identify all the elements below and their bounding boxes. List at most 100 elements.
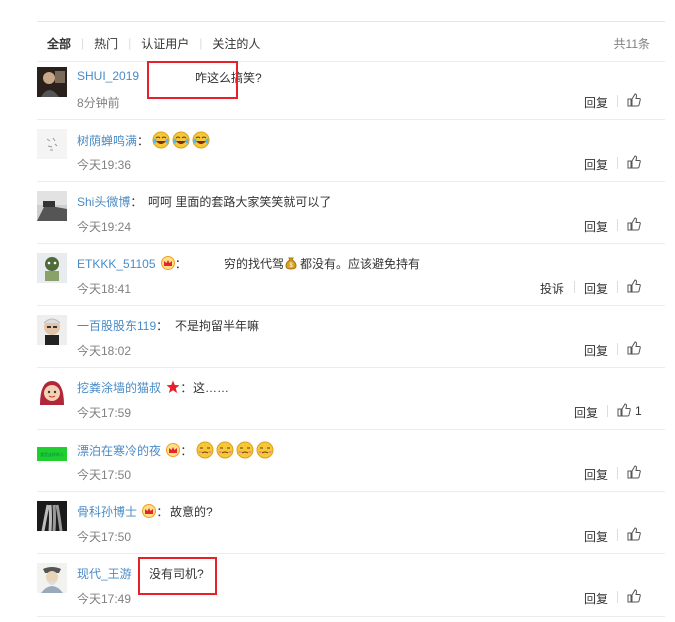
username[interactable]: Shi头微博： — [77, 193, 142, 210]
action-divider — [617, 591, 618, 603]
top-divider — [37, 21, 665, 22]
avatar[interactable] — [37, 253, 67, 283]
username[interactable]: 挖粪涂墙的猫叔 ： — [77, 379, 192, 396]
username[interactable]: ETKKK_51105 ： — [77, 255, 187, 272]
username[interactable]: 漂泊在寒冷的夜 ： — [77, 441, 276, 459]
tab-separator: | — [81, 36, 85, 50]
comment-row: SHUI_2019 咋这么搞笑? 8分钟前 回复 — [37, 61, 665, 120]
like-count: 1 — [635, 404, 642, 418]
thumbs-up-icon[interactable] — [617, 403, 631, 417]
reply-button[interactable]: 回复 — [584, 94, 608, 111]
tab-hot[interactable]: 热门 — [94, 35, 118, 52]
comment-time: 今天18:41 — [77, 282, 132, 296]
username[interactable]: 现代_王游 — [77, 565, 132, 582]
comment-row: 现代_王游 没有司机? 今天17:49 回复 — [37, 553, 665, 617]
comment-row: 我是这样的人 漂泊在寒冷的夜 ： 今天17:50 回复 — [37, 429, 665, 492]
comment-text: 这…… — [193, 381, 230, 395]
comment-row: 挖粪涂墙的猫叔 ： 这…… 今天17:59 回复 1 — [37, 367, 665, 430]
tab-following[interactable]: 关注的人 — [212, 35, 260, 52]
thumbs-up-icon[interactable] — [627, 279, 641, 293]
action-divider — [617, 281, 618, 293]
reply-button[interactable]: 回复 — [584, 528, 608, 545]
thumbs-up-icon[interactable] — [627, 527, 641, 541]
crown-badge-icon — [166, 443, 181, 457]
thumbs-up-icon[interactable] — [627, 93, 641, 107]
username[interactable]: 骨科孙博士 ： — [77, 503, 168, 520]
comment-time: 今天17:50 — [77, 468, 132, 482]
avatar[interactable] — [37, 377, 67, 407]
avatar[interactable] — [37, 315, 67, 345]
colon-separator: ： — [180, 381, 193, 395]
comment-time: 今天17:49 — [77, 592, 132, 606]
comment-row: 一百股股东119： 不是拘留半年嘛 今天18:02 回复 — [37, 305, 665, 368]
username[interactable]: SHUI_2019 — [77, 69, 139, 83]
reply-button[interactable]: 回复 — [584, 466, 608, 483]
comment-time: 8分钟前 — [77, 96, 120, 110]
comment-total: 共11条 — [613, 37, 650, 51]
comment-time: 今天17:50 — [77, 530, 132, 544]
avatar[interactable]: 我是这样的人 — [37, 439, 67, 469]
avatar[interactable] — [37, 191, 67, 221]
thumbs-up-icon[interactable] — [627, 465, 641, 479]
reply-button[interactable]: 回复 — [584, 280, 608, 297]
comment-time: 今天18:02 — [77, 344, 132, 358]
comment-time: 今天19:24 — [77, 220, 132, 234]
thumbs-up-icon[interactable] — [627, 217, 641, 231]
avatar-text: 我是这样的人 — [40, 451, 64, 457]
colon-separator: ： — [156, 505, 169, 519]
emoji-laugh-cry-icon — [152, 131, 170, 149]
action-divider — [617, 529, 618, 541]
action-divider — [617, 467, 618, 479]
colon-separator: ： — [180, 444, 193, 458]
emoji-awkward-smile-icon — [256, 441, 274, 459]
thumbs-up-icon[interactable] — [627, 341, 641, 355]
colon-separator: ： — [174, 257, 187, 271]
username[interactable]: 树荫蝉鸣满： — [77, 131, 212, 149]
colon-separator: ： — [156, 319, 169, 333]
avatar[interactable] — [37, 129, 67, 159]
thumbs-up-icon[interactable] — [627, 155, 641, 169]
comment-row: 骨科孙博士 ： 故意的? 今天17:50 回复 — [37, 491, 665, 554]
action-divider — [617, 157, 618, 169]
highlight-box — [138, 557, 217, 595]
tab-separator: | — [199, 36, 203, 50]
tab-verified[interactable]: 认证用户 — [141, 35, 189, 52]
crown-badge-icon — [142, 504, 157, 518]
username[interactable]: 一百股股东119： — [77, 317, 168, 334]
reply-button[interactable]: 回复 — [584, 590, 608, 607]
action-divider — [617, 95, 618, 107]
action-divider — [574, 281, 575, 293]
reply-button[interactable]: 回复 — [584, 218, 608, 235]
comment-time: 今天17:59 — [77, 406, 132, 420]
filter-tabs: 全部 | 热门 | 认证用户 | 关注的人 — [47, 35, 260, 51]
highlight-box — [147, 61, 238, 99]
comment-text: 故意的? — [170, 505, 213, 519]
comment-text: 不是拘留半年嘛 — [175, 319, 260, 333]
report-button[interactable]: 投诉 — [540, 280, 564, 297]
crown-badge-icon — [160, 256, 175, 270]
comment-text: 穷的找代驾 $ 都没有。应该避免持有 — [224, 256, 421, 271]
avatar[interactable] — [37, 67, 67, 97]
reply-button[interactable]: 回复 — [574, 404, 598, 421]
action-divider — [607, 405, 608, 417]
colon-separator: ： — [137, 134, 150, 148]
comment-time: 今天19:36 — [77, 158, 132, 172]
reply-button[interactable]: 回复 — [584, 342, 608, 359]
avatar[interactable] — [37, 501, 67, 531]
comment-row: ETKKK_51105 ： 穷的找代驾 $ 都没有。应该避免持有 今天18:41 投… — [37, 243, 665, 306]
star-badge-icon — [166, 380, 180, 393]
comment-text: 呵呵 里面的套路大家笑笑就可以了 — [148, 195, 332, 209]
comment-row: 树荫蝉鸣满： 今天19:36 回复 — [37, 119, 665, 182]
action-divider — [617, 219, 618, 231]
money-bag-icon: $ — [284, 256, 298, 270]
action-divider — [617, 343, 618, 355]
thumbs-up-icon[interactable] — [627, 589, 641, 603]
reply-button[interactable]: 回复 — [584, 156, 608, 173]
avatar[interactable] — [37, 563, 67, 593]
emoji-laugh-cry-icon — [172, 131, 190, 149]
tab-separator: | — [128, 36, 132, 50]
tab-all[interactable]: 全部 — [47, 35, 71, 52]
emoji-awkward-smile-icon — [196, 441, 214, 459]
comment-row: Shi头微博： 呵呵 里面的套路大家笑笑就可以了 今天19:24 回复 — [37, 181, 665, 244]
emoji-laugh-cry-icon — [192, 131, 210, 149]
